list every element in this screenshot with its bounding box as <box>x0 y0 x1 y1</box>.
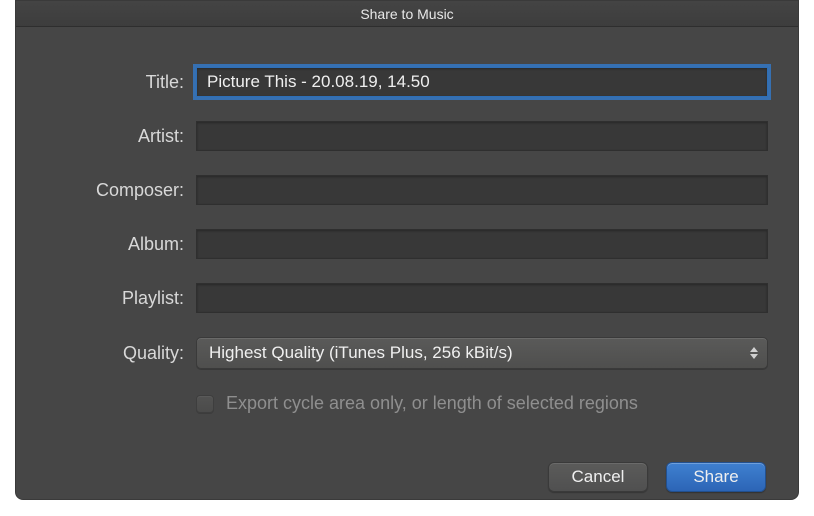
row-export-cycle: Export cycle area only, or length of sel… <box>196 393 768 414</box>
row-composer: Composer: <box>46 175 768 205</box>
cancel-button[interactable]: Cancel <box>548 462 648 492</box>
dialog-form: Title: Artist: Composer: Album: Playlist… <box>16 27 798 512</box>
row-title: Title: <box>46 67 768 97</box>
dialog-title: Share to Music <box>360 6 453 22</box>
label-composer: Composer: <box>46 180 196 201</box>
label-album: Album: <box>46 234 196 255</box>
label-artist: Artist: <box>46 126 196 147</box>
row-album: Album: <box>46 229 768 259</box>
playlist-input[interactable] <box>196 283 768 313</box>
row-quality: Quality: Highest Quality (iTunes Plus, 2… <box>46 337 768 369</box>
album-input[interactable] <box>196 229 768 259</box>
artist-input[interactable] <box>196 121 768 151</box>
share-button[interactable]: Share <box>666 462 766 492</box>
row-artist: Artist: <box>46 121 768 151</box>
share-to-music-dialog: Share to Music Title: Artist: Composer: … <box>15 0 799 500</box>
export-cycle-checkbox[interactable] <box>196 395 214 413</box>
quality-select[interactable]: Highest Quality (iTunes Plus, 256 kBit/s… <box>196 337 768 369</box>
dialog-title-bar: Share to Music <box>16 1 798 27</box>
row-playlist: Playlist: <box>46 283 768 313</box>
export-cycle-label: Export cycle area only, or length of sel… <box>226 393 638 414</box>
label-quality: Quality: <box>46 343 196 364</box>
composer-input[interactable] <box>196 175 768 205</box>
title-input[interactable] <box>196 67 768 97</box>
label-title: Title: <box>46 72 196 93</box>
label-playlist: Playlist: <box>46 288 196 309</box>
dialog-button-row: Cancel Share <box>46 462 768 492</box>
